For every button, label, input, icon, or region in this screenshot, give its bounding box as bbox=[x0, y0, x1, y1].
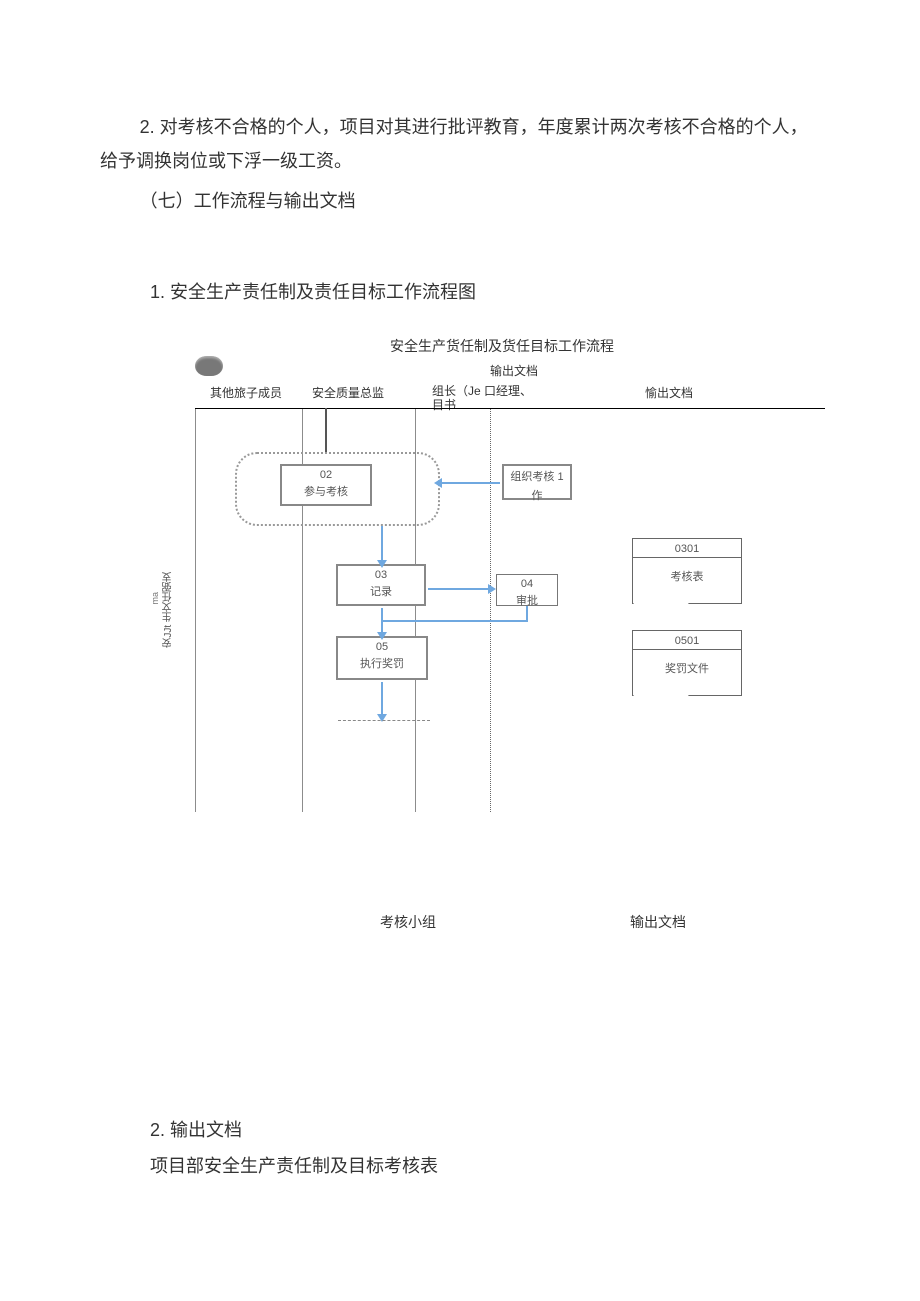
arrowhead-01-to-02 bbox=[434, 478, 442, 488]
box-04-num: 04 bbox=[497, 578, 557, 590]
arrow-05-down-v bbox=[381, 682, 383, 716]
box-02-label: 参与考核 bbox=[282, 483, 370, 499]
lane-header-4: 愉出文档 bbox=[645, 384, 693, 401]
lane-header-3a: 组长（Je 口经理、 bbox=[432, 384, 532, 398]
box-03-num: 03 bbox=[338, 569, 424, 581]
arrow-01-to-02-h bbox=[440, 482, 500, 484]
rule-top bbox=[195, 408, 825, 409]
section-7-heading: （七）工作流程与输出文档 bbox=[100, 182, 820, 222]
diagram-output-label-top: 输出文档 bbox=[490, 362, 538, 379]
bottom-label-right: 输出文档 bbox=[630, 912, 686, 932]
flow-heading: 1. 安全生产责任制及责任目标工作流程图 bbox=[150, 278, 820, 304]
box-05-label: 执行奖罚 bbox=[338, 655, 426, 671]
arrow-03-to-04-h bbox=[428, 588, 490, 590]
arrowhead-03-to-04 bbox=[488, 584, 496, 594]
lane-header-3b: 目书 bbox=[432, 398, 456, 412]
section-2-output: 2. 输出文档 项目部安全生产责任制及目标考核表 bbox=[150, 1112, 820, 1184]
arrow-02-to-03-v bbox=[381, 526, 383, 562]
arrow-04-down-v bbox=[526, 606, 528, 620]
document-box-0501: 0501 奖罚文件 bbox=[632, 630, 742, 696]
doc-0301-label: 考核表 bbox=[633, 558, 741, 600]
box-01-label-b: 作 bbox=[504, 487, 570, 503]
side-vertical-text: 安JJt 生文任弼支 bbox=[162, 572, 176, 648]
arrow-03-to-05-v bbox=[381, 608, 383, 634]
document-page: 2. 对考核不合格的个人，项目对其进行批评教育，年度累计两次考核不合格的个人，给… bbox=[0, 0, 920, 1224]
dashed-terminator bbox=[338, 720, 430, 721]
process-box-04: 04 审批 bbox=[496, 574, 558, 606]
arrow-start-v bbox=[325, 408, 327, 452]
process-box-02: 02 参与考核 bbox=[280, 464, 372, 506]
bottom-label-left: 考核小组 bbox=[380, 912, 436, 932]
process-box-05: 05 执行奖罚 bbox=[336, 636, 428, 680]
arrowhead-to-05 bbox=[377, 632, 387, 640]
paragraph-2: 2. 对考核不合格的个人，项目对其进行批评教育，年度累计两次考核不合格的个人，给… bbox=[100, 110, 820, 178]
arrow-04-back-h bbox=[381, 620, 528, 622]
diagram-title: 安全生产货任制及货任目标工作流程 bbox=[390, 336, 614, 356]
box-05-num: 05 bbox=[338, 641, 426, 653]
box-01-label-a: 组织考核 1 bbox=[504, 468, 570, 484]
process-box-01: 组织考核 1 作 bbox=[502, 464, 572, 500]
lane-header-1: 其他旅子成员 bbox=[210, 384, 282, 401]
section-2-line: 项目部安全生产责任制及目标考核表 bbox=[150, 1148, 820, 1184]
doc-0501-label: 奖罚文件 bbox=[633, 650, 741, 692]
lane-divider-0 bbox=[195, 408, 196, 812]
box-03-label: 记录 bbox=[338, 583, 424, 599]
arrowhead-02-to-03 bbox=[377, 560, 387, 568]
process-box-03: 03 记录 bbox=[336, 564, 426, 606]
logo-badge-icon bbox=[195, 356, 223, 376]
doc-0301-num: 0301 bbox=[633, 539, 741, 558]
lane-header-2: 安全质量总监 bbox=[312, 384, 384, 401]
flowchart-figure: 安全生产货任制及货任目标工作流程 输出文档 其他旅子成员 安全质量总监 组长（J… bbox=[140, 332, 880, 892]
lane-divider-3-dotted bbox=[490, 408, 491, 812]
box-02-num: 02 bbox=[282, 469, 370, 481]
section-2-title: 2. 输出文档 bbox=[150, 1112, 820, 1148]
doc-0501-num: 0501 bbox=[633, 631, 741, 650]
document-box-0301: 0301 考核表 bbox=[632, 538, 742, 604]
side-vertical-text-2: ma bbox=[150, 592, 160, 605]
